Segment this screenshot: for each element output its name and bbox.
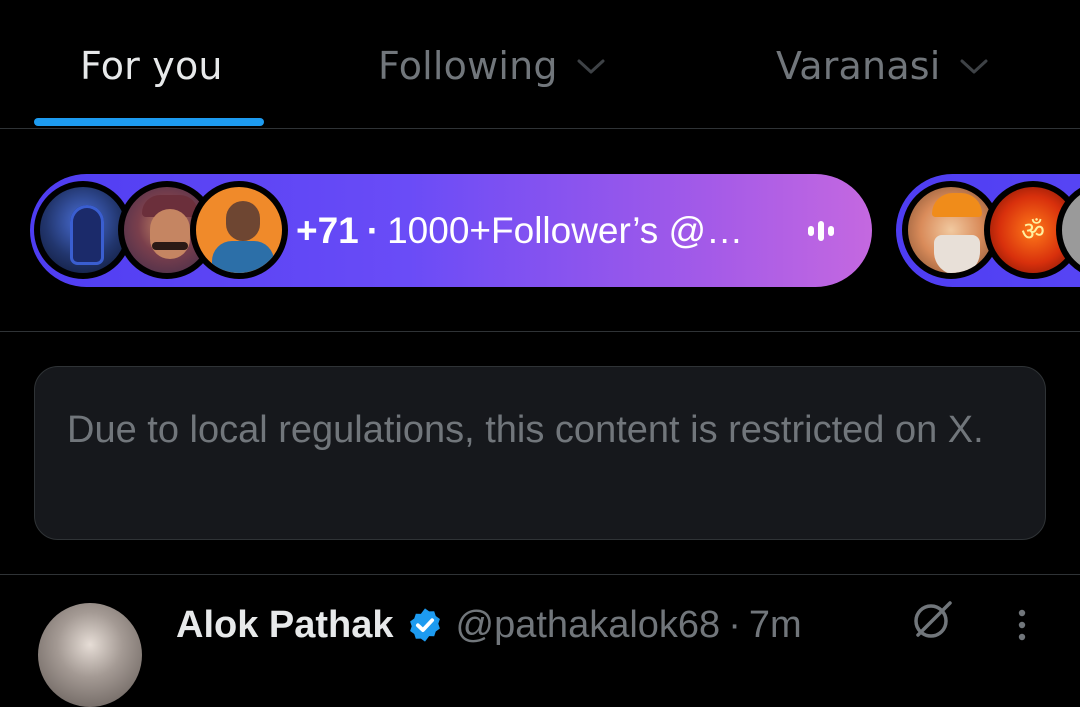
more-icon[interactable] bbox=[1010, 605, 1034, 645]
notice-text: Due to local regulations, this content i… bbox=[67, 409, 984, 451]
space-pill[interactable]: ॐ bbox=[896, 174, 1080, 287]
avatar[interactable] bbox=[38, 603, 142, 707]
restricted-content-notice: Due to local regulations, this content i… bbox=[34, 366, 1046, 540]
timeline-tabs: For you Following Varanasi bbox=[0, 0, 1080, 129]
separator-dot: · bbox=[366, 209, 380, 251]
tweet-header: Alok Pathak @pathakalok68 · 7m bbox=[176, 597, 802, 653]
tab-following[interactable]: Following bbox=[378, 38, 606, 94]
space-title: 1000+Follower’s @… bbox=[387, 209, 744, 251]
tab-varanasi-label: Varanasi bbox=[776, 44, 941, 88]
avatar bbox=[190, 181, 288, 279]
author-name[interactable]: Alok Pathak bbox=[176, 604, 394, 647]
listener-count: +71 bbox=[296, 209, 359, 251]
separator-dot: · bbox=[728, 603, 741, 646]
tab-for-you-label: For you bbox=[80, 44, 223, 88]
space-info: +71 · 1000+Follower’s @… bbox=[296, 174, 743, 287]
tab-for-you[interactable]: For you bbox=[80, 38, 223, 94]
chevron-down-icon bbox=[960, 59, 988, 74]
space-pill[interactable]: +71 · 1000+Follower’s @… bbox=[30, 174, 872, 287]
chevron-down-icon bbox=[577, 59, 605, 74]
author-handle[interactable]: @pathakalok68 bbox=[456, 604, 721, 647]
tweet[interactable]: Alok Pathak @pathakalok68 · 7m bbox=[0, 574, 1080, 707]
verified-badge-icon bbox=[409, 608, 440, 642]
tweet-timestamp[interactable]: 7m bbox=[749, 604, 802, 647]
spaces-carousel: +71 · 1000+Follower’s @… ॐ bbox=[0, 129, 1080, 332]
grok-icon[interactable] bbox=[910, 597, 954, 641]
tab-varanasi[interactable]: Varanasi bbox=[776, 38, 989, 94]
audio-bars-icon bbox=[808, 221, 836, 241]
active-tab-indicator bbox=[34, 118, 264, 126]
tab-following-label: Following bbox=[378, 44, 558, 88]
